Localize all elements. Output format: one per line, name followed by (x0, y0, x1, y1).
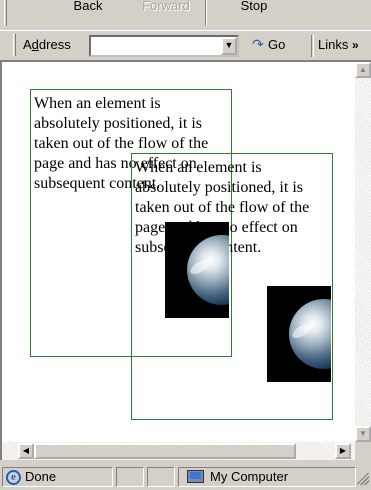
standard-toolbar: Back Forward Stop (0, 0, 371, 30)
stop-button[interactable]: Stop (232, 0, 276, 22)
chevron-down-icon[interactable]: ▼ (221, 37, 237, 55)
go-button[interactable]: ↷ Go (252, 36, 285, 56)
status-pane-progress (116, 467, 144, 487)
my-computer-icon (187, 470, 204, 483)
horizontal-scrollbar[interactable]: ◀ ▶ (2, 442, 355, 460)
links-button[interactable]: Links » (318, 37, 359, 52)
scroll-right-icon[interactable]: ▶ (335, 443, 351, 459)
browser-viewport: When an element is absolutely positioned… (0, 60, 371, 460)
vertical-scrollbar[interactable]: ▲ ▼ (355, 62, 371, 442)
address-label-first: A (23, 37, 32, 52)
go-label: Go (268, 37, 286, 52)
status-pane-main: e Done (2, 467, 113, 487)
address-label-rest: dress (38, 37, 71, 52)
earth-image (267, 286, 331, 382)
status-pane-zone: My Computer (178, 467, 356, 487)
address-label-accelerator: d (31, 37, 39, 52)
toolbar-grip[interactable] (4, 0, 7, 26)
links-label: Links (318, 37, 349, 52)
scrollbar-corner (355, 442, 371, 460)
chevron-right-icon: » (351, 38, 359, 52)
page-content: When an element is absolutely positioned… (2, 62, 355, 442)
go-arrow-icon: ↷ (252, 36, 264, 52)
ie-page-icon: e (6, 470, 21, 485)
back-button[interactable]: Back (60, 0, 116, 22)
address-bar-grip[interactable] (13, 34, 16, 56)
status-text: Done (25, 469, 57, 484)
scroll-up-icon[interactable]: ▲ (355, 62, 371, 78)
horizontal-scroll-thumb[interactable] (34, 443, 296, 459)
earth-image (165, 222, 229, 318)
status-pane-security (147, 467, 175, 487)
address-bar: Address ▼ ↷ Go Links » (0, 30, 371, 60)
scroll-left-icon[interactable]: ◀ (18, 443, 34, 459)
resize-grip[interactable] (357, 473, 369, 485)
zone-text: My Computer (210, 469, 289, 484)
toolbar-separator (205, 0, 207, 26)
forward-button[interactable]: Forward (134, 0, 198, 22)
address-label: Address (23, 37, 71, 52)
box-2-text: When an element is absolutely positioned… (135, 159, 310, 256)
status-bar: e Done My Computer (0, 463, 371, 490)
scroll-down-icon[interactable]: ▼ (355, 426, 371, 442)
links-separator (311, 35, 314, 57)
address-input[interactable] (89, 35, 239, 57)
